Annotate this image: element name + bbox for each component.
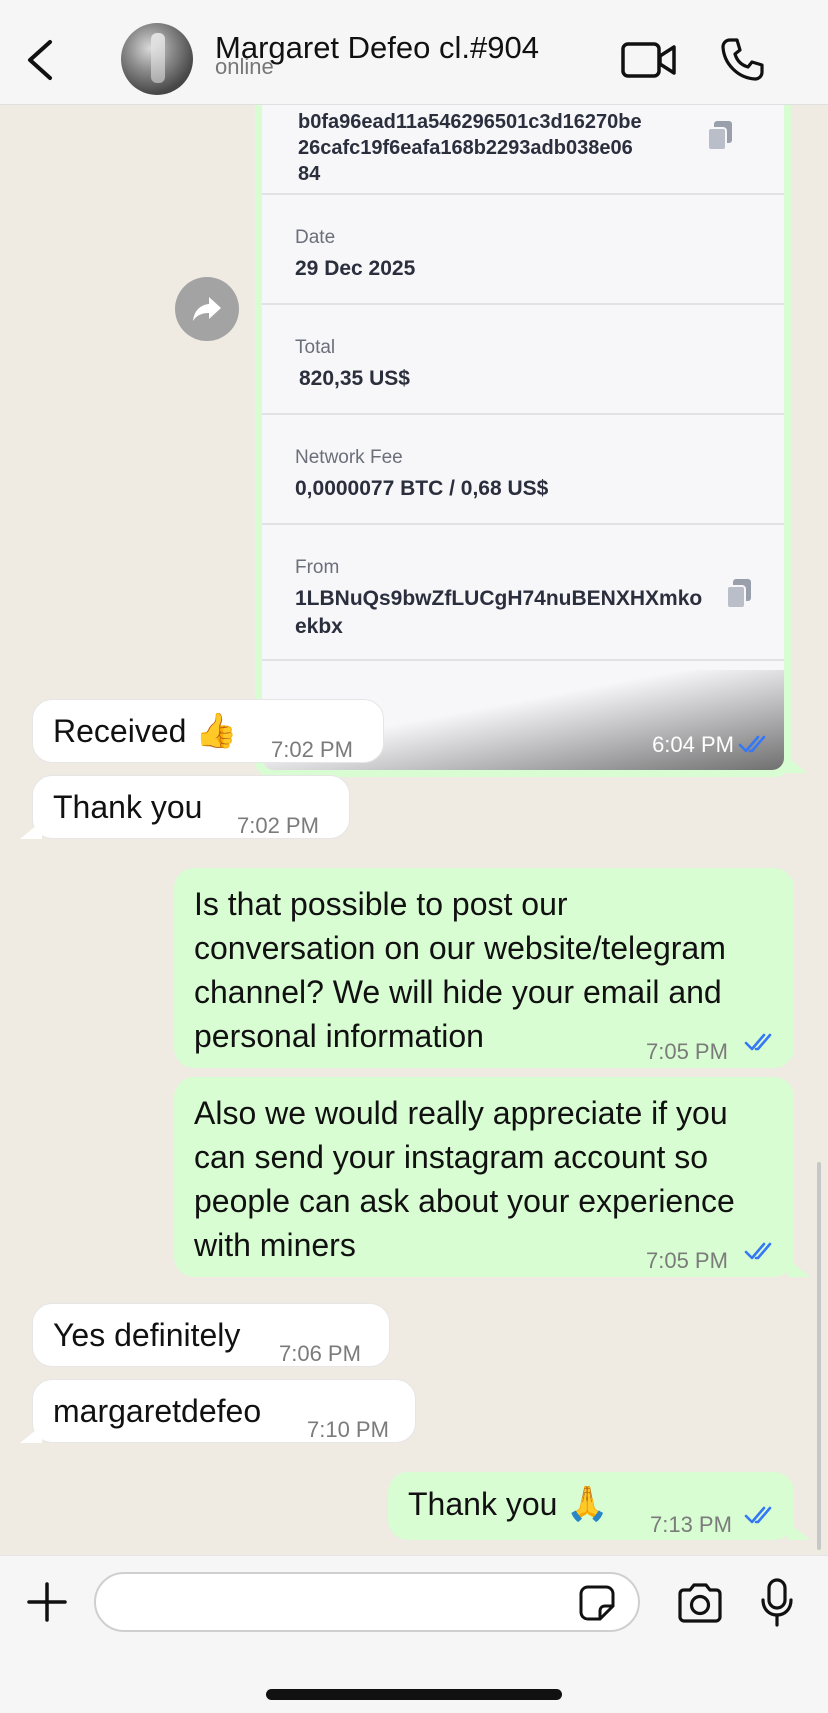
from-address-line: ekbx xyxy=(295,615,343,638)
hash-line: b0fa96ead11a546296501c3d16270be xyxy=(298,111,642,133)
video-camera-icon xyxy=(621,42,676,78)
read-receipt-icon xyxy=(744,1506,772,1524)
plus-icon xyxy=(27,1582,67,1622)
message-time: 7:02 PM xyxy=(237,813,319,838)
read-receipt-icon xyxy=(744,1033,772,1051)
camera-button[interactable] xyxy=(676,1582,724,1624)
message-line: Also we would really appreciate if you xyxy=(194,1095,728,1131)
message-line: people can ask about your experience xyxy=(194,1183,735,1219)
message-time: 7:02 PM xyxy=(271,737,353,762)
hash-line: 26cafc19f6eafa168b2293adb038e06 xyxy=(298,137,633,159)
message-time: 7:10 PM xyxy=(307,1417,389,1442)
message-line: can send your instagram account so xyxy=(194,1139,709,1175)
message-bubble-incoming[interactable]: Thank you 7:02 PM xyxy=(32,775,350,839)
read-receipt-icon xyxy=(744,1242,772,1260)
message-time: 6:04 PM xyxy=(652,732,734,757)
total-value: 820,35 US$ xyxy=(299,367,410,390)
avatar[interactable] xyxy=(121,23,193,95)
receipt-image[interactable]: b0fa96ead11a546296501c3d16270be 26cafc19… xyxy=(262,105,784,770)
read-receipt-icon xyxy=(738,735,766,753)
fee-label: Network Fee xyxy=(295,447,403,468)
fee-value: 0,0000077 BTC / 0,68 US$ xyxy=(295,477,549,500)
message-list[interactable]: b0fa96ead11a546296501c3d16270be 26cafc19… xyxy=(0,105,828,1555)
forward-arrow-icon xyxy=(193,297,221,321)
message-text: Thank you xyxy=(408,1486,558,1522)
camera-icon xyxy=(678,1583,722,1623)
voice-call-button[interactable] xyxy=(718,36,766,84)
microphone-icon xyxy=(761,1578,793,1627)
message-line: conversation on our website/telegram xyxy=(194,930,726,966)
from-address-line: 1LBNuQs9bwZfLUCgH74nuBENXHXmko xyxy=(295,587,703,610)
message-bubble-incoming[interactable]: margaretdefeo 7:10 PM xyxy=(32,1379,416,1443)
from-label: From xyxy=(295,557,340,578)
message-time: 7:05 PM xyxy=(646,1248,728,1273)
date-label: Date xyxy=(295,227,336,248)
attach-button[interactable] xyxy=(25,1580,69,1624)
voice-message-button[interactable] xyxy=(760,1578,794,1628)
back-button[interactable] xyxy=(22,38,62,82)
date-value: 29 Dec 2025 xyxy=(295,257,416,280)
fee-row: Network Fee 0,0000077 BTC / 0,68 US$ xyxy=(262,415,784,525)
message-bubble-incoming[interactable]: Yes definitely 7:06 PM xyxy=(32,1303,390,1367)
message-bubble-outgoing[interactable]: Is that possible to post our conversatio… xyxy=(174,868,794,1068)
message-bubble-outgoing[interactable]: Thank you 🙏 7:13 PM xyxy=(388,1472,794,1540)
contact-status: online xyxy=(215,54,274,79)
total-label: Total xyxy=(295,337,336,358)
chevron-left-icon xyxy=(28,40,52,80)
message-line: Is that possible to post our xyxy=(194,886,568,922)
date-row: Date 29 Dec 2025 xyxy=(262,195,784,305)
message-line: channel? We will hide your email and xyxy=(194,974,722,1010)
total-row: Total 820,35 US$ xyxy=(262,305,784,415)
hash-row: b0fa96ead11a546296501c3d16270be 26cafc19… xyxy=(262,105,784,195)
message-composer xyxy=(0,1555,828,1713)
message-time: 7:05 PM xyxy=(646,1039,728,1064)
praying-hands-emoji: 🙏 xyxy=(566,1484,609,1524)
sticker-button[interactable] xyxy=(578,1584,616,1622)
forward-button[interactable] xyxy=(175,277,239,341)
scrollbar[interactable] xyxy=(817,1162,821,1550)
message-text: Yes definitely xyxy=(53,1317,241,1353)
from-row: From 1LBNuQs9bwZfLUCgH74nuBENXHXmko ekbx xyxy=(262,525,784,661)
thumbs-up-emoji: 👍 xyxy=(195,711,238,751)
message-input[interactable] xyxy=(94,1572,640,1632)
copy-icon[interactable] xyxy=(724,577,754,611)
phone-icon xyxy=(721,38,764,81)
message-bubble-incoming[interactable]: Received 👍 7:02 PM xyxy=(32,699,384,763)
sticker-icon xyxy=(579,1585,615,1621)
home-indicator[interactable] xyxy=(266,1689,562,1700)
message-text: Thank you xyxy=(53,789,203,825)
message-text: Received xyxy=(53,713,187,749)
chat-header: Margaret Defeo cl.#904 online xyxy=(0,0,828,105)
message-time: 7:06 PM xyxy=(279,1341,361,1366)
receipt-image-message[interactable]: b0fa96ead11a546296501c3d16270be 26cafc19… xyxy=(255,105,807,777)
message-bubble-outgoing[interactable]: Also we would really appreciate if you c… xyxy=(174,1077,794,1277)
message-text: margaretdefeo xyxy=(53,1393,262,1429)
copy-icon[interactable] xyxy=(705,119,735,153)
hash-line: 84 xyxy=(298,163,321,185)
message-time: 7:13 PM xyxy=(650,1512,732,1537)
video-call-button[interactable] xyxy=(620,38,678,82)
